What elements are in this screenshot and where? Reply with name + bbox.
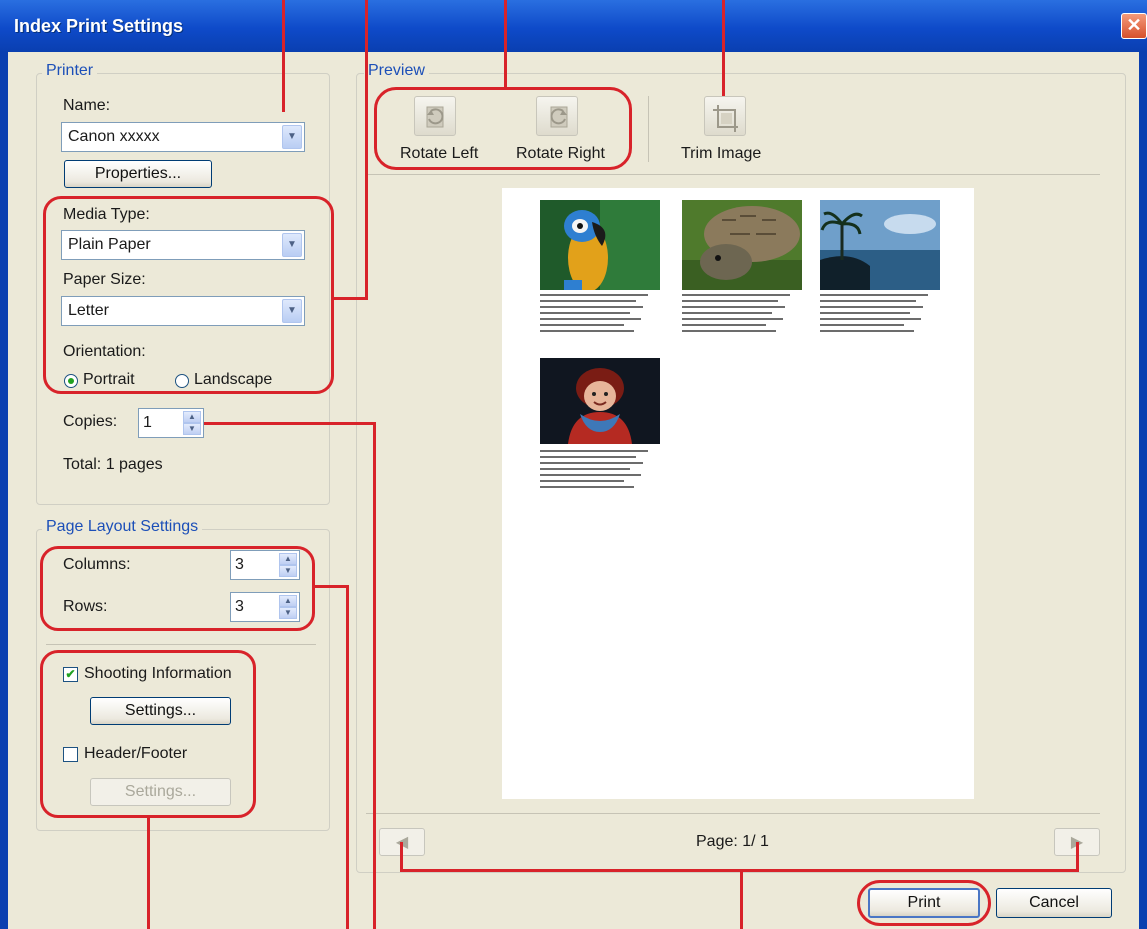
leader-prev-vertical <box>400 842 403 872</box>
toolbar-separator <box>648 96 649 162</box>
seaside-thumbnail[interactable] <box>820 200 940 290</box>
printer-name-value: Canon xxxxx <box>68 128 160 145</box>
chevron-down-icon[interactable]: ▼ <box>282 125 302 149</box>
page-indicator: Page: 1/ 1 <box>696 833 769 850</box>
window-title: Index Print Settings <box>14 16 184 36</box>
crop-icon <box>713 105 738 132</box>
annotation-print-button <box>857 880 991 926</box>
trim-image-label[interactable]: Trim Image <box>681 145 761 163</box>
spin-up-icon[interactable]: ▲ <box>183 411 201 423</box>
seaside-shooting-info <box>820 294 940 332</box>
leader-trim <box>722 0 725 96</box>
leader-media-horizontal <box>334 297 368 300</box>
annotation-shooting-header <box>40 650 256 818</box>
copies-stepper[interactable]: 1 ▲ ▼ <box>138 408 204 438</box>
child-shooting-info <box>540 450 660 488</box>
printer-name-select[interactable]: Canon xxxxx ▼ <box>61 122 305 152</box>
annotation-columns-rows <box>40 546 315 631</box>
preview-bottom-divider <box>366 813 1100 814</box>
leader-next-vertical <box>1076 842 1079 872</box>
leader-nav-vertical <box>740 869 743 929</box>
preview-legend: Preview <box>364 62 429 80</box>
spin-down-icon[interactable]: ▼ <box>183 423 201 435</box>
leader-rotate <box>504 0 507 90</box>
layout-divider <box>46 644 316 645</box>
page-layout-legend: Page Layout Settings <box>42 518 203 536</box>
leader-layout-horizontal <box>315 585 349 588</box>
leader-layout-vertical <box>346 585 349 929</box>
total-pages-text: Total: 1 pages <box>63 456 163 473</box>
leader-copies-horizontal <box>204 422 376 425</box>
annotation-media-paper-orientation <box>43 196 334 394</box>
leader-shooting-vertical <box>147 818 150 929</box>
close-icon: ✕ <box>1126 15 1142 35</box>
copies-value: 1 <box>143 414 152 431</box>
tortoise-thumbnail[interactable] <box>682 200 802 290</box>
trim-image-button[interactable] <box>704 96 746 136</box>
close-button[interactable]: ✕ <box>1121 13 1147 39</box>
window-frame-right <box>1139 52 1147 929</box>
child-thumbnail[interactable] <box>540 358 660 444</box>
leader-media-vertical <box>365 0 368 300</box>
leader-name <box>282 0 285 112</box>
printer-group-legend: Printer <box>42 62 98 80</box>
properties-button[interactable]: Properties... <box>64 160 212 188</box>
copies-label: Copies: <box>63 413 118 430</box>
tortoise-shooting-info <box>682 294 802 332</box>
window-frame-left <box>0 52 8 929</box>
parrot-shooting-info <box>540 294 660 332</box>
leader-copies-vertical <box>373 422 376 929</box>
page-preview <box>502 188 974 799</box>
name-label: Name: <box>63 97 111 114</box>
leader-nav-horizontal <box>400 869 1078 872</box>
cancel-button[interactable]: Cancel <box>996 888 1112 918</box>
annotation-rotate-buttons <box>374 87 632 170</box>
parrot-thumbnail[interactable] <box>540 200 660 290</box>
toolbar-bottom-divider <box>366 174 1100 175</box>
